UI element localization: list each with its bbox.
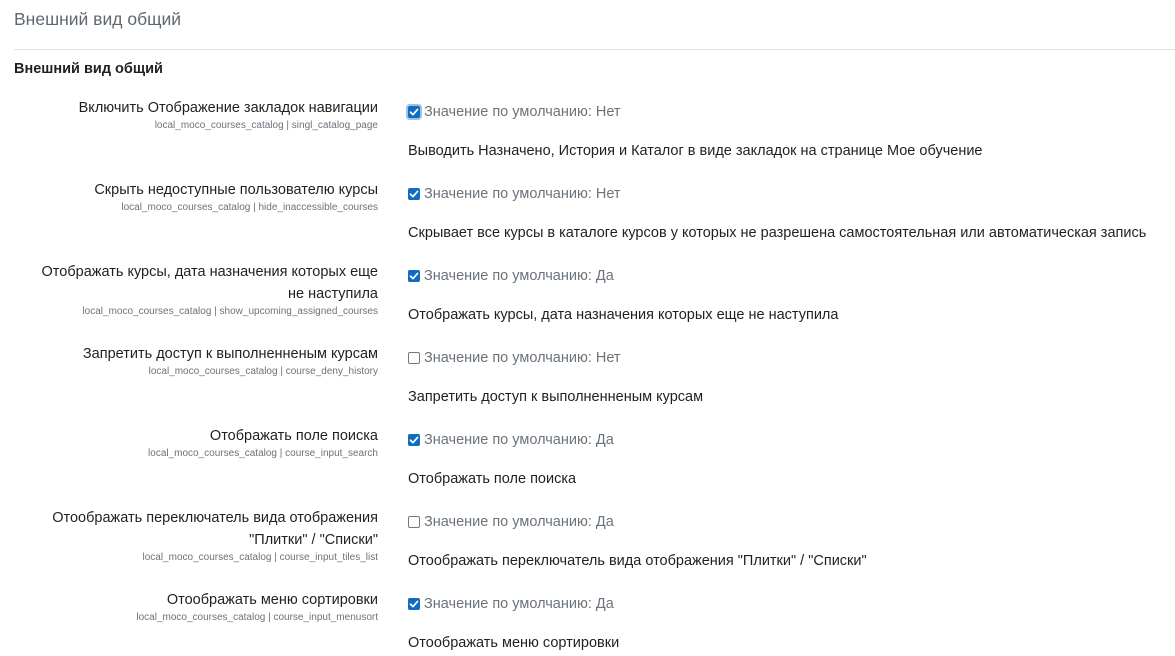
setting-label: Скрыть недоступные пользователю курсы lo… — [6, 179, 378, 214]
setting-label: Запретить доступ к выполненненым курсам … — [6, 343, 378, 378]
default-value-text: Значение по умолчанию: Да — [424, 596, 614, 612]
setting-name: Запретить доступ к выполненненым курсам — [82, 346, 378, 362]
checkmark-icon — [409, 272, 419, 280]
setting-description: Скрывает все курсы в каталоге курсов у к… — [408, 225, 1147, 241]
setting-label: Отоображать меню сортировки local_moco_c… — [6, 589, 378, 624]
setting-description: Отображать поле поиска — [408, 471, 577, 487]
checkmark-icon — [409, 436, 419, 444]
setting-name: Отображать курсы, дата назначения которы… — [41, 264, 378, 280]
title-divider — [14, 49, 1175, 50]
setting-name: Отоображать меню сортировки — [166, 592, 378, 608]
setting-name: Отображать поле поиска — [209, 428, 378, 444]
section-heading: Внешний вид общий — [14, 61, 163, 77]
setting-label: Отображать курсы, дата назначения которы… — [6, 261, 378, 318]
setting-id: local_moco_courses_catalog | show_upcomi… — [82, 306, 378, 317]
setting-label: Отображать поле поиска local_moco_course… — [6, 425, 378, 460]
setting-description: Запретить доступ к выполненненым курсам — [408, 389, 704, 405]
setting-control: Значение по умолчанию: Нет Скрывает все … — [408, 183, 1146, 244]
setting-description: Отображать курсы, дата назначения которы… — [408, 307, 839, 323]
setting-name: Скрыть недоступные пользователю курсы — [94, 182, 378, 198]
setting-label: Отоображать переключатель вида отображен… — [6, 507, 378, 564]
setting-name-continued: не наступила — [288, 286, 378, 302]
setting-id: local_moco_courses_catalog | course_inpu… — [136, 612, 378, 623]
setting-control: Значение по умолчанию: Да Отображать пол… — [408, 429, 614, 490]
default-value-text: Значение по умолчанию: Да — [424, 514, 614, 530]
setting-name-continued: "Плитки" / "Списки" — [249, 532, 378, 548]
setting-checkbox[interactable] — [408, 434, 420, 446]
setting-description: Отоображать переключатель вида отображен… — [408, 553, 867, 569]
setting-checkbox[interactable] — [408, 598, 420, 610]
checkmark-icon — [409, 600, 419, 608]
setting-checkbox[interactable] — [408, 188, 420, 200]
setting-id: local_moco_courses_catalog | course_inpu… — [142, 552, 378, 563]
setting-id: local_moco_courses_catalog | course_deny… — [148, 366, 378, 377]
setting-checkbox[interactable] — [408, 516, 420, 528]
setting-description: Отоображать меню сортировки — [408, 635, 620, 651]
setting-description: Выводить Назначено, История и Каталог в … — [408, 143, 983, 159]
setting-id: local_moco_courses_catalog | course_inpu… — [148, 448, 378, 459]
setting-control: Значение по умолчанию: Да Отображать кур… — [408, 265, 838, 326]
default-value-text: Значение по умолчанию: Нет — [424, 350, 621, 366]
setting-checkbox[interactable] — [408, 352, 420, 364]
page-title: Внешний вид общий — [14, 9, 182, 29]
setting-control: Значение по умолчанию: Нет Запретить дос… — [408, 347, 703, 408]
default-value-text: Значение по умолчанию: Нет — [424, 104, 621, 120]
setting-name: Отоображать переключатель вида отображен… — [52, 510, 378, 526]
setting-checkbox[interactable] — [408, 106, 420, 118]
setting-checkbox[interactable] — [408, 270, 420, 282]
checkmark-icon — [409, 108, 419, 116]
setting-control: Значение по умолчанию: Да Отоображать пе… — [408, 511, 867, 572]
setting-control: Значение по умолчанию: Да Отоображать ме… — [408, 593, 619, 654]
checkmark-icon — [409, 190, 419, 198]
default-value-text: Значение по умолчанию: Да — [424, 268, 614, 284]
setting-id: local_moco_courses_catalog | singl_catal… — [154, 120, 378, 131]
setting-label: Включить Отображение закладок навигации … — [6, 97, 378, 132]
setting-id: local_moco_courses_catalog | hide_inacce… — [121, 202, 378, 213]
default-value-text: Значение по умолчанию: Да — [424, 432, 614, 448]
default-value-text: Значение по умолчанию: Нет — [424, 186, 621, 202]
setting-name: Включить Отображение закладок навигации — [78, 100, 378, 116]
setting-control: Значение по умолчанию: Нет Выводить Назн… — [408, 101, 983, 162]
